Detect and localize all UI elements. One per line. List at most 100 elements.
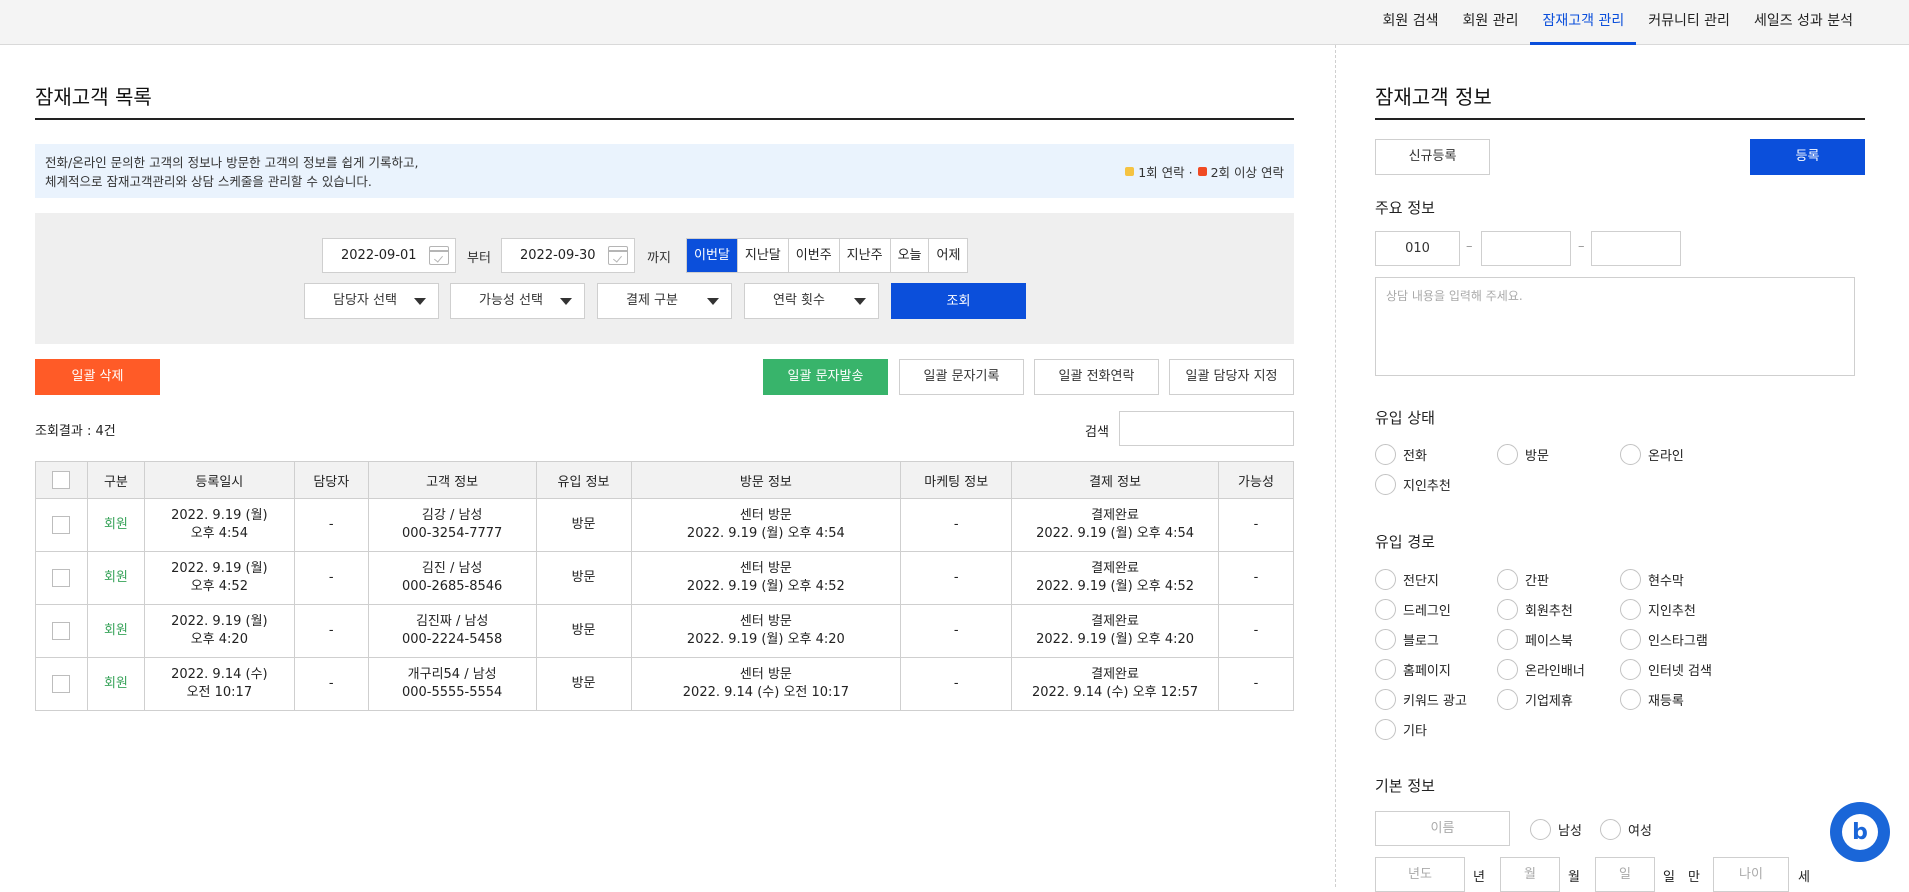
chat-floating-button[interactable]: b — [1830, 802, 1890, 862]
radio-circle-icon — [1497, 568, 1518, 590]
visit-cell-text: 센터 방문 — [739, 614, 792, 629]
inflow-cell-text: 방문 — [571, 623, 596, 638]
radio-option[interactable]: 전단지 — [1375, 568, 1439, 590]
main-info-heading: 주요 정보 — [1375, 199, 1435, 217]
radio-option[interactable]: 기타 — [1375, 718, 1427, 740]
bulk-call-button[interactable]: 일괄 전화연락 — [1034, 359, 1159, 395]
radio-option[interactable]: 현수막 — [1620, 568, 1684, 590]
period-button[interactable]: 이번주 — [787, 239, 839, 272]
top-navigation: 회원 검색 회원 관리 잠재고객 관리 커뮤니티 관리 세일즈 성과 분석 — [0, 0, 1909, 45]
row-checkbox[interactable] — [52, 674, 71, 693]
visit-cell: 센터 방문 2022. 9.19 (월) 오후 4:52 — [630, 551, 902, 605]
date-cell-text: 오전 10:17 — [186, 685, 253, 700]
radio-option[interactable]: 키워드 광고 — [1375, 688, 1467, 710]
radio-circle-icon — [1497, 628, 1518, 650]
radio-option[interactable]: 온라인 — [1620, 443, 1684, 465]
row-checkbox[interactable] — [52, 515, 71, 534]
staff-select-label: 담당자 선택 — [333, 293, 397, 308]
consult-textarea[interactable]: 상담 내용을 입력해 주세요. — [1375, 277, 1855, 376]
phone-middle-input[interactable] — [1481, 231, 1571, 266]
radio-option[interactable]: 지인추천 — [1620, 598, 1696, 620]
calendar-icon[interactable] — [429, 246, 449, 265]
nav-item[interactable]: 잠재고객 관리 — [1530, 0, 1637, 45]
title-divider — [35, 118, 1294, 120]
period-button[interactable]: 오늘 — [889, 239, 929, 272]
radio-option[interactable]: 온라인배너 — [1497, 658, 1585, 680]
inflow-cell-text: 방문 — [571, 570, 596, 585]
radio-option[interactable]: 간판 — [1497, 568, 1549, 590]
possibility-cell-text: - — [1253, 676, 1259, 691]
payment-type-select[interactable]: 결제 구분 — [597, 283, 732, 319]
select-all-checkbox[interactable] — [52, 471, 71, 489]
column-header: 방문 정보 — [630, 461, 902, 499]
radio-option[interactable]: 지인추천 — [1375, 473, 1451, 495]
table-row[interactable]: 회원 2022. 9.14 (수) 오전 10:17 - 개구리54 / 남성 000-5… — [35, 657, 1295, 711]
row-checkbox[interactable] — [52, 568, 71, 587]
radio-option[interactable]: 홈페이지 — [1375, 658, 1451, 680]
bulk-sms-record-button[interactable]: 일괄 문자기록 — [899, 359, 1024, 395]
radio-option[interactable]: 전화 — [1375, 443, 1427, 465]
bulk-sms-button[interactable]: 일괄 문자발송 — [763, 359, 888, 395]
row-select-cell — [35, 657, 88, 711]
radio-option[interactable]: 기업제휴 — [1497, 688, 1573, 710]
radio-option[interactable]: 회원추천 — [1497, 598, 1573, 620]
radio-circle-icon — [1375, 473, 1396, 495]
bulk-delete-button[interactable]: 일괄 삭제 — [35, 359, 160, 395]
caret-down-icon — [414, 298, 426, 305]
radio-label: 블로그 — [1403, 633, 1439, 649]
radio-option[interactable]: 인스타그램 — [1620, 628, 1708, 650]
type-cell: 회원 — [86, 604, 145, 658]
possibility-select[interactable]: 가능성 선택 — [450, 283, 585, 319]
table-row[interactable]: 회원 2022. 9.19 (월) 오후 4:54 - 김강 / 남성 000-3254-… — [35, 498, 1295, 552]
radio-option[interactable]: 페이스북 — [1497, 628, 1573, 650]
period-button[interactable]: 지난주 — [838, 239, 890, 272]
inflow-cell: 방문 — [535, 551, 632, 605]
contact-count-select[interactable]: 연락 횟수 — [744, 283, 879, 319]
radio-option[interactable]: 인터넷 검색 — [1620, 658, 1712, 680]
row-select-cell — [35, 604, 88, 658]
marketing-cell-text: - — [953, 676, 959, 691]
table-row[interactable]: 회원 2022. 9.19 (월) 오후 4:52 - 김진 / 남성 000-2685-… — [35, 551, 1295, 605]
phone-dash: – — [1466, 239, 1473, 254]
nav-item[interactable]: 회원 검색 — [1371, 0, 1451, 45]
radio-option[interactable]: 재등록 — [1620, 688, 1684, 710]
period-button[interactable]: 어제 — [928, 239, 967, 272]
radio-option[interactable]: 블로그 — [1375, 628, 1439, 650]
day-unit: 일 — [1663, 870, 1675, 885]
search-button[interactable]: 조회 — [891, 283, 1026, 319]
phone-last-input[interactable] — [1591, 231, 1681, 266]
search-input[interactable] — [1119, 411, 1294, 446]
staff-cell: - — [293, 551, 369, 605]
radio-circle-icon — [1375, 718, 1396, 740]
nav-item[interactable]: 회원 관리 — [1450, 0, 1530, 45]
bulk-assign-button[interactable]: 일괄 담당자 지정 — [1169, 359, 1294, 395]
date-to-input[interactable]: 2022-09-30 — [501, 238, 635, 273]
radio-label: 기타 — [1403, 723, 1427, 739]
contact-legend: 1회 연락 · 2회 이상 연락 — [1125, 162, 1284, 181]
customer-cell: 김진 / 남성 000-2685-8546 — [367, 551, 537, 605]
female-radio[interactable]: 여성 — [1600, 818, 1652, 840]
period-button[interactable]: 이번달 — [687, 239, 737, 272]
row-checkbox[interactable] — [52, 621, 71, 640]
calendar-icon[interactable] — [608, 246, 628, 265]
date-from-input[interactable]: 2022-09-01 — [322, 238, 456, 273]
new-register-button[interactable]: 신규등록 — [1375, 139, 1490, 175]
column-header: 결제 정보 — [1011, 461, 1219, 499]
radio-option[interactable]: 방문 — [1497, 443, 1549, 465]
phone-first-input[interactable]: 010 — [1375, 231, 1460, 266]
possibility-cell: - — [1217, 657, 1295, 711]
visit-cell-text: 센터 방문 — [739, 508, 792, 523]
staff-select[interactable]: 담당자 선택 — [304, 283, 439, 319]
female-label: 여성 — [1628, 823, 1652, 839]
multi-contact-dot-icon — [1197, 167, 1207, 176]
type-cell-text: 회원 — [103, 623, 128, 638]
table-row[interactable]: 회원 2022. 9.19 (월) 오후 4:20 - 김진짜 / 남성 000-2224… — [35, 604, 1295, 658]
register-button[interactable]: 등록 — [1750, 139, 1865, 175]
radio-circle-icon — [1375, 658, 1396, 680]
male-radio[interactable]: 남성 — [1530, 818, 1582, 840]
period-button[interactable]: 지난달 — [736, 239, 788, 272]
radio-option[interactable]: 드레그인 — [1375, 598, 1451, 620]
nav-item[interactable]: 커뮤니티 관리 — [1636, 0, 1742, 45]
name-input[interactable]: 이름 — [1375, 811, 1510, 846]
nav-item[interactable]: 세일즈 성과 분석 — [1742, 0, 1865, 45]
